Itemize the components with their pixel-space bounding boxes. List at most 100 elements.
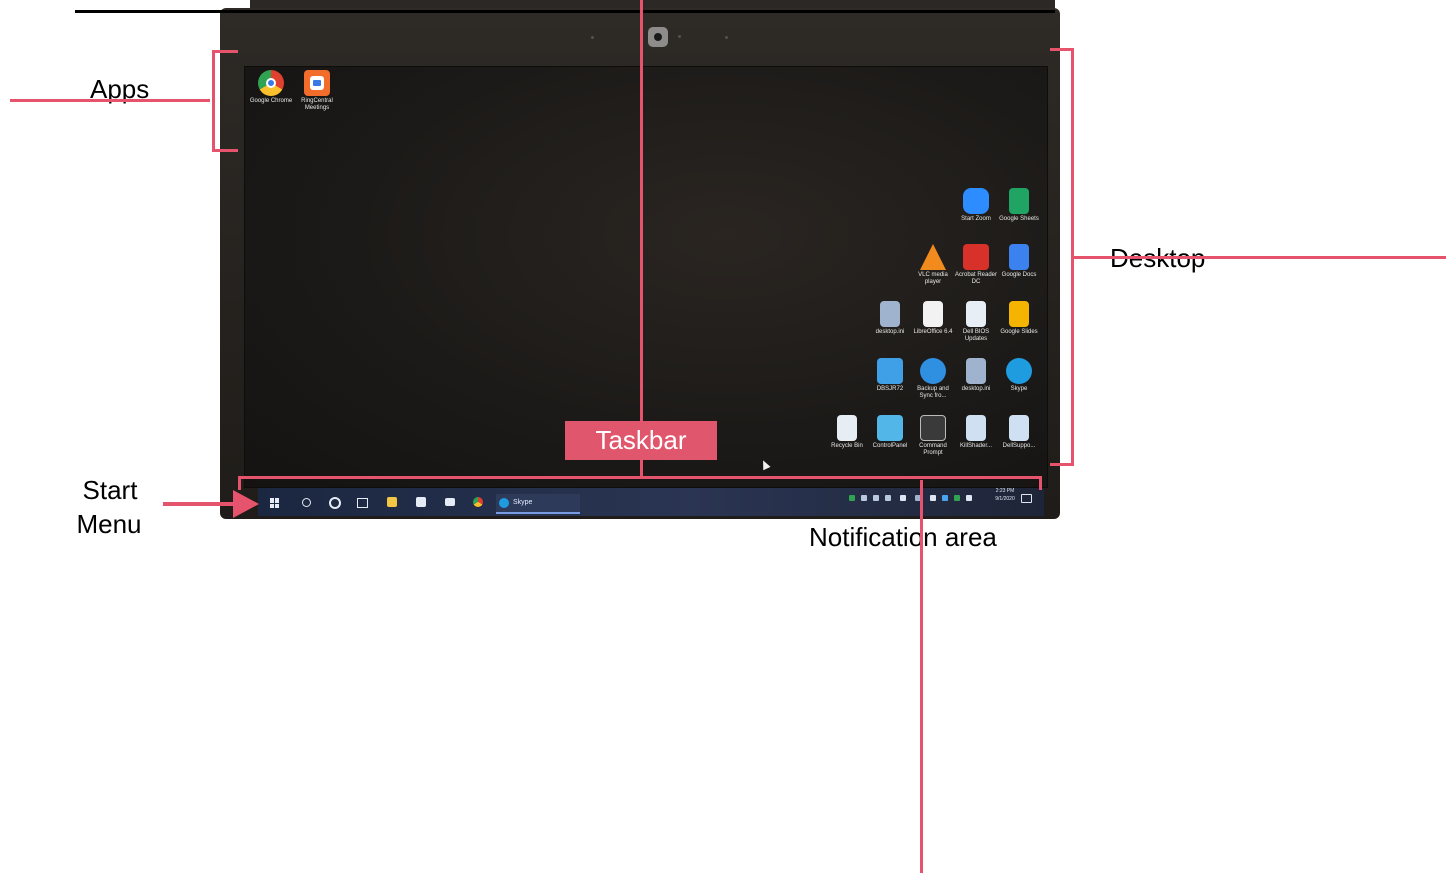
skype-icon	[1006, 358, 1032, 384]
desktop-icon-label: Google Sheets	[999, 216, 1039, 222]
tray-app-icon[interactable]	[873, 495, 879, 501]
store-icon[interactable]	[416, 497, 426, 507]
tray-app-icon[interactable]	[861, 495, 867, 501]
file-icon	[1009, 415, 1029, 441]
chrome-icon	[258, 70, 284, 96]
desktop-icon-label: Google Docs	[1001, 272, 1037, 278]
bezel-sensor	[678, 35, 681, 38]
desktop-icon-dbsjr72[interactable]: DBSJR72	[868, 358, 912, 393]
tray-app-icon[interactable]	[885, 495, 891, 501]
dell-bios-icon	[966, 301, 986, 327]
cortana-icon[interactable]	[329, 497, 341, 509]
desktop-icon-google-sheets[interactable]: Google Sheets	[997, 188, 1041, 223]
annotation-taskbar-bracket	[238, 476, 241, 490]
desktop-icon-label: Start Zoom	[961, 216, 991, 222]
desktop-icon-label: LibreOffice 6.4	[913, 329, 953, 335]
command-prompt-icon	[920, 415, 946, 441]
desktop-icon-libreoffice[interactable]: LibreOffice 6.4	[911, 301, 955, 336]
task-view-icon[interactable]	[357, 498, 368, 508]
sheets-icon	[1009, 188, 1029, 214]
tray-app-icon[interactable]	[954, 495, 960, 501]
desktop-icon-label: Recycle Bin	[831, 443, 863, 449]
annotation-desktop-bracket	[1050, 463, 1074, 466]
annotation-taskbar-bracket	[1039, 476, 1042, 490]
annotation-notification-area-leader-line	[920, 480, 923, 873]
backup-sync-icon	[920, 358, 946, 384]
desktop-icon-label: Skype	[1010, 386, 1028, 392]
top-title-underline	[75, 10, 1055, 13]
notification-center-icon[interactable]	[1021, 494, 1032, 503]
webcam-lens	[654, 33, 662, 41]
ringcentral-icon	[304, 70, 330, 96]
chrome-icon[interactable]	[473, 497, 483, 507]
annotation-start-menu-line2: Menu	[76, 509, 142, 539]
tray-app-icon[interactable]	[942, 495, 948, 501]
mail-icon[interactable]	[445, 498, 455, 506]
skype-icon	[499, 498, 509, 508]
desktop-icon-google-slides[interactable]: Google Slides	[997, 301, 1041, 336]
desktop-icon-label: VLC media player	[918, 272, 948, 285]
desktop-icon-recycle-bin[interactable]: Recycle Bin	[825, 415, 869, 450]
desktop-icon-start-zoom[interactable]: Start Zoom	[954, 188, 998, 223]
desktop-icon-command-prompt[interactable]: Command Prompt	[911, 415, 955, 457]
settings-file-icon	[966, 358, 986, 384]
annotation-taskbar-bracket	[238, 476, 1042, 479]
windows-start-icon[interactable]	[270, 498, 280, 508]
annotation-taskbar-leader-line	[640, 0, 643, 478]
annotation-apps-leader-line	[10, 99, 210, 102]
taskbar-skype-label: Skype	[513, 499, 533, 506]
vlc-icon	[920, 244, 946, 270]
annotation-desktop-bracket	[1050, 48, 1074, 51]
desktop-icon-dellsupport[interactable]: DellSuppo...	[997, 415, 1041, 450]
tray-app-icon[interactable]	[900, 495, 906, 501]
desktop-icon-label: ControlPanel	[872, 443, 908, 449]
desktop-icon-label: Command Prompt	[919, 443, 947, 456]
settings-file-icon	[880, 301, 900, 327]
desktop-icon-label: Google Slides	[1000, 329, 1038, 335]
annotation-start-menu-line1: Start	[82, 475, 138, 505]
desktop-icon-google-chrome[interactable]: Google Chrome	[249, 70, 293, 105]
file-icon	[966, 415, 986, 441]
desktop-icon-google-docs[interactable]: Google Docs	[997, 244, 1041, 279]
desktop-icon-control-panel[interactable]: ControlPanel	[868, 415, 912, 450]
network-drive-icon	[877, 358, 903, 384]
libreoffice-icon	[923, 301, 943, 327]
desktop-icon-label: desktop.ini	[961, 386, 991, 392]
docs-icon	[1009, 244, 1029, 270]
bezel-sensor	[591, 36, 594, 39]
desktop-icon-label: Dell BIOS Updates	[962, 329, 990, 342]
control-panel-icon	[877, 415, 903, 441]
volume-icon[interactable]	[966, 495, 972, 501]
desktop-icon-label: Acrobat Reader DC	[954, 272, 998, 285]
taskbar[interactable]	[258, 488, 1044, 516]
annotation-taskbar: Taskbar	[565, 421, 717, 460]
acrobat-icon	[963, 244, 989, 270]
desktop-icon-skype[interactable]: Skype	[997, 358, 1041, 393]
tray-app-icon[interactable]	[849, 495, 855, 501]
search-icon[interactable]	[302, 498, 311, 507]
desktop-icon-dell-bios[interactable]: Dell BIOS Updates	[954, 301, 998, 343]
desktop-icon-desktop-ini[interactable]: desktop.ini	[868, 301, 912, 336]
annotation-start-menu-arrow-shaft	[163, 502, 235, 506]
taskbar-skype-button[interactable]: Skype	[496, 494, 580, 514]
annotation-start-menu-arrow-head	[233, 490, 259, 518]
desktop-icon-desktop-ini[interactable]: desktop.ini	[954, 358, 998, 393]
wifi-icon[interactable]	[930, 495, 936, 501]
desktop-icon-label: RingCentral Meetings	[301, 98, 333, 111]
desktop-icon-vlc[interactable]: VLC media player	[911, 244, 955, 286]
desktop-icon-ringcentral[interactable]: RingCentral Meetings	[295, 70, 339, 112]
desktop-icon-killshader[interactable]: KillShader...	[954, 415, 998, 450]
desktop-icon-label: KillShader...	[959, 443, 993, 449]
annotation-apps-bracket	[212, 149, 238, 152]
annotation-desktop-leader-line	[1074, 256, 1446, 259]
recycle-bin-icon	[837, 415, 857, 441]
desktop-icon-backup-sync[interactable]: Backup and Sync fro...	[911, 358, 955, 400]
file-explorer-icon[interactable]	[387, 497, 397, 507]
annotation-notification-area: Notification area	[809, 522, 997, 552]
desktop-icon-label: Backup and Sync fro...	[917, 386, 949, 399]
desktop-icon-label: DBSJR72	[876, 386, 904, 392]
desktop-icon-acrobat[interactable]: Acrobat Reader DC	[954, 244, 998, 286]
desktop-icon-label: Google Chrome	[249, 98, 293, 104]
desktop-icon-label: desktop.ini	[875, 329, 905, 335]
zoom-icon	[963, 188, 989, 214]
